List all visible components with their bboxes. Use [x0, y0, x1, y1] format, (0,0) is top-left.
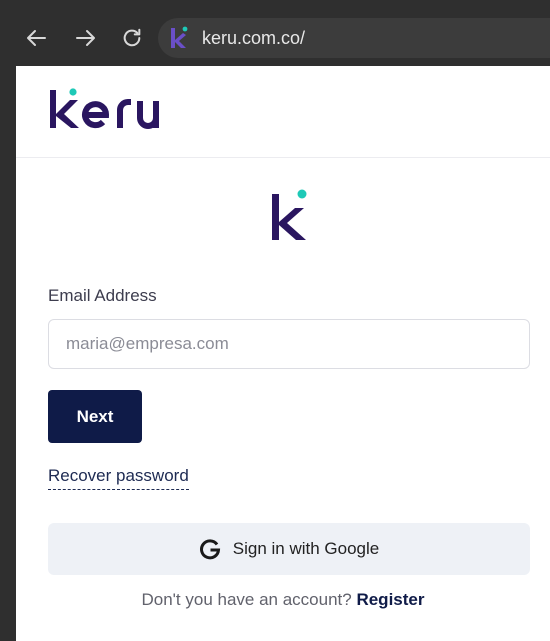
register-prompt: Don't you have an account? Register [16, 590, 550, 610]
window-edge [0, 66, 16, 641]
page-content: Email Address Next Recover password Sign… [16, 66, 550, 641]
register-link[interactable]: Register [356, 590, 424, 609]
no-account-text: Don't you have an account? [141, 590, 357, 609]
keru-favicon [171, 26, 188, 48]
forward-arrow-icon[interactable] [70, 22, 102, 54]
email-label: Email Address [48, 286, 157, 305]
google-signin-label: Sign in with Google [232, 539, 380, 558]
email-field[interactable] [48, 319, 530, 369]
url-text: keru.com.co/ [202, 27, 306, 48]
next-button[interactable]: Next [48, 390, 142, 443]
reload-icon[interactable] [116, 22, 148, 54]
site-header [16, 66, 550, 158]
keru-k-icon [272, 189, 307, 240]
browser-toolbar: keru.com.co/ [0, 0, 550, 66]
back-arrow-icon[interactable] [20, 22, 52, 54]
google-icon [199, 539, 220, 560]
google-signin-button[interactable]: Sign in with Google [48, 523, 530, 575]
recover-password-link[interactable]: Recover password [48, 466, 189, 490]
keru-logo[interactable] [48, 86, 168, 136]
address-bar[interactable]: keru.com.co/ [158, 18, 550, 58]
